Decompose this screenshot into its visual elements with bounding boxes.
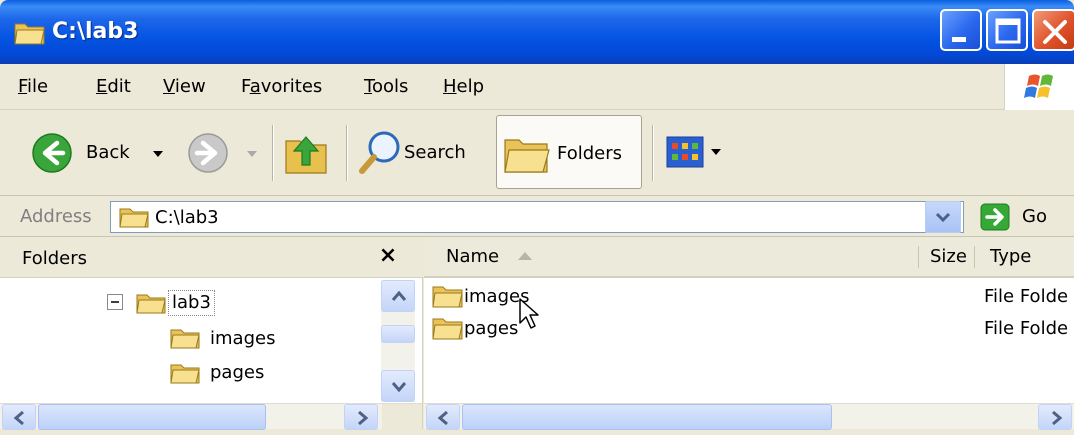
search-label: Search: [404, 142, 466, 163]
window-title: C:\lab3: [52, 19, 139, 44]
folder-icon: [432, 318, 463, 340]
folder-icon: [136, 294, 166, 314]
scroll-left-button[interactable]: [426, 404, 460, 430]
chevron-right-icon: [1052, 410, 1063, 426]
column-header-row: Name Size Type: [424, 238, 1074, 278]
column-separator[interactable]: [974, 246, 975, 268]
close-pane-icon[interactable]: ×: [374, 241, 402, 271]
title-bar[interactable]: C:\lab3: [0, 0, 1074, 64]
minimize-icon: [952, 37, 966, 42]
collapse-icon[interactable]: [106, 293, 126, 313]
address-label: Address: [20, 206, 92, 227]
chevron-down-icon: [935, 212, 951, 223]
toolbar-separator: [652, 125, 653, 181]
up-button[interactable]: [282, 125, 334, 179]
back-icon: [32, 133, 72, 173]
tree-item-images[interactable]: images: [170, 324, 330, 354]
folders-button[interactable]: Folders: [496, 115, 642, 189]
explorer-window: C:\lab3 File Edit View Favorites Tools H…: [0, 0, 1074, 430]
scroll-thumb[interactable]: [38, 404, 266, 430]
toolbar-separator: [346, 125, 347, 181]
chevron-left-icon: [13, 410, 24, 426]
tree-label: images: [210, 328, 276, 349]
menu-favorites[interactable]: Favorites: [241, 74, 322, 100]
back-button[interactable]: Back: [30, 131, 180, 175]
address-dropdown-button[interactable]: [925, 201, 961, 233]
list-horizontal-scrollbar[interactable]: [424, 403, 1074, 430]
minimize-button[interactable]: [940, 9, 982, 51]
folder-icon: [170, 364, 200, 384]
search-button[interactable]: Search: [358, 129, 482, 177]
file-list-pane: Name Size Type images File Folde pages F…: [424, 238, 1074, 430]
menu-help[interactable]: Help: [443, 74, 484, 100]
chevron-down-icon: [391, 382, 407, 393]
tree-item-lab3[interactable]: lab3: [102, 289, 262, 319]
mouse-cursor: [519, 298, 539, 329]
chevron-left-icon: [437, 410, 448, 426]
address-input[interactable]: C:\lab3: [110, 201, 964, 233]
folders-pane-header: Folders ×: [0, 238, 423, 278]
column-header-name[interactable]: Name: [446, 238, 535, 276]
views-button[interactable]: [666, 135, 726, 171]
folders-vertical-scrollbar[interactable]: [381, 280, 415, 402]
tree-item-pages[interactable]: pages: [170, 359, 330, 389]
scroll-thumb[interactable]: [381, 325, 415, 343]
close-button[interactable]: [1032, 9, 1074, 51]
address-value: C:\lab3: [155, 207, 219, 228]
go-label: Go: [1022, 206, 1047, 227]
back-dropdown-icon: [153, 151, 163, 157]
scroll-right-button[interactable]: [1038, 404, 1072, 430]
search-icon: [359, 131, 400, 174]
sort-ascending-icon: [517, 252, 532, 260]
folders-label: Folders: [557, 143, 623, 164]
up-icon: [285, 136, 327, 174]
scroll-right-button[interactable]: [344, 404, 378, 430]
tree-label: lab3: [168, 290, 215, 316]
views-dropdown-icon: [711, 149, 721, 155]
file-type: File Folde: [984, 318, 1069, 339]
menu-file[interactable]: File: [18, 74, 48, 100]
forward-button[interactable]: [186, 131, 266, 175]
scroll-left-button[interactable]: [2, 404, 36, 430]
column-name-label: Name: [446, 246, 500, 267]
column-header-size[interactable]: Size: [930, 238, 967, 276]
folder-icon: [170, 329, 200, 349]
scroll-down-button[interactable]: [381, 370, 415, 402]
file-type: File Folde: [984, 286, 1069, 307]
menu-bar: File Edit View Favorites Tools Help: [0, 64, 1074, 110]
folders-pane-title: Folders: [22, 248, 88, 269]
maximize-icon: [995, 18, 1021, 44]
column-type-label: Type: [990, 246, 1032, 267]
folder-icon: [119, 208, 149, 228]
standard-toolbar: Back Search Folders: [0, 111, 1074, 196]
menu-view[interactable]: View: [163, 74, 206, 100]
chevron-right-icon: [358, 410, 369, 426]
views-icon: [666, 136, 704, 168]
scrollbar-corner: [382, 404, 422, 430]
column-header-type[interactable]: Type: [990, 238, 1031, 276]
folder-icon: [432, 286, 463, 308]
windows-logo: [1004, 64, 1074, 110]
forward-icon: [188, 133, 228, 173]
folders-horizontal-scrollbar[interactable]: [0, 403, 422, 430]
close-icon: [1043, 20, 1067, 44]
folder-icon: [14, 23, 45, 45]
scroll-thumb[interactable]: [462, 404, 832, 430]
menu-tools[interactable]: Tools: [364, 74, 408, 100]
column-separator[interactable]: [918, 246, 919, 268]
back-label: Back: [86, 142, 130, 163]
chevron-up-icon: [391, 290, 407, 301]
forward-dropdown-icon: [247, 151, 257, 157]
folder-icon: [504, 139, 550, 173]
address-bar: Address C:\lab3 Go: [0, 197, 1074, 237]
scroll-up-button[interactable]: [381, 280, 415, 312]
maximize-button[interactable]: [986, 9, 1028, 51]
menu-edit[interactable]: Edit: [96, 74, 131, 100]
file-name: pages: [464, 318, 519, 339]
go-icon: [980, 203, 1010, 231]
toolbar-separator: [272, 125, 273, 181]
tree-label: pages: [210, 362, 265, 383]
column-size-label: Size: [930, 246, 967, 267]
folders-pane: Folders × lab3 images pages: [0, 238, 423, 430]
